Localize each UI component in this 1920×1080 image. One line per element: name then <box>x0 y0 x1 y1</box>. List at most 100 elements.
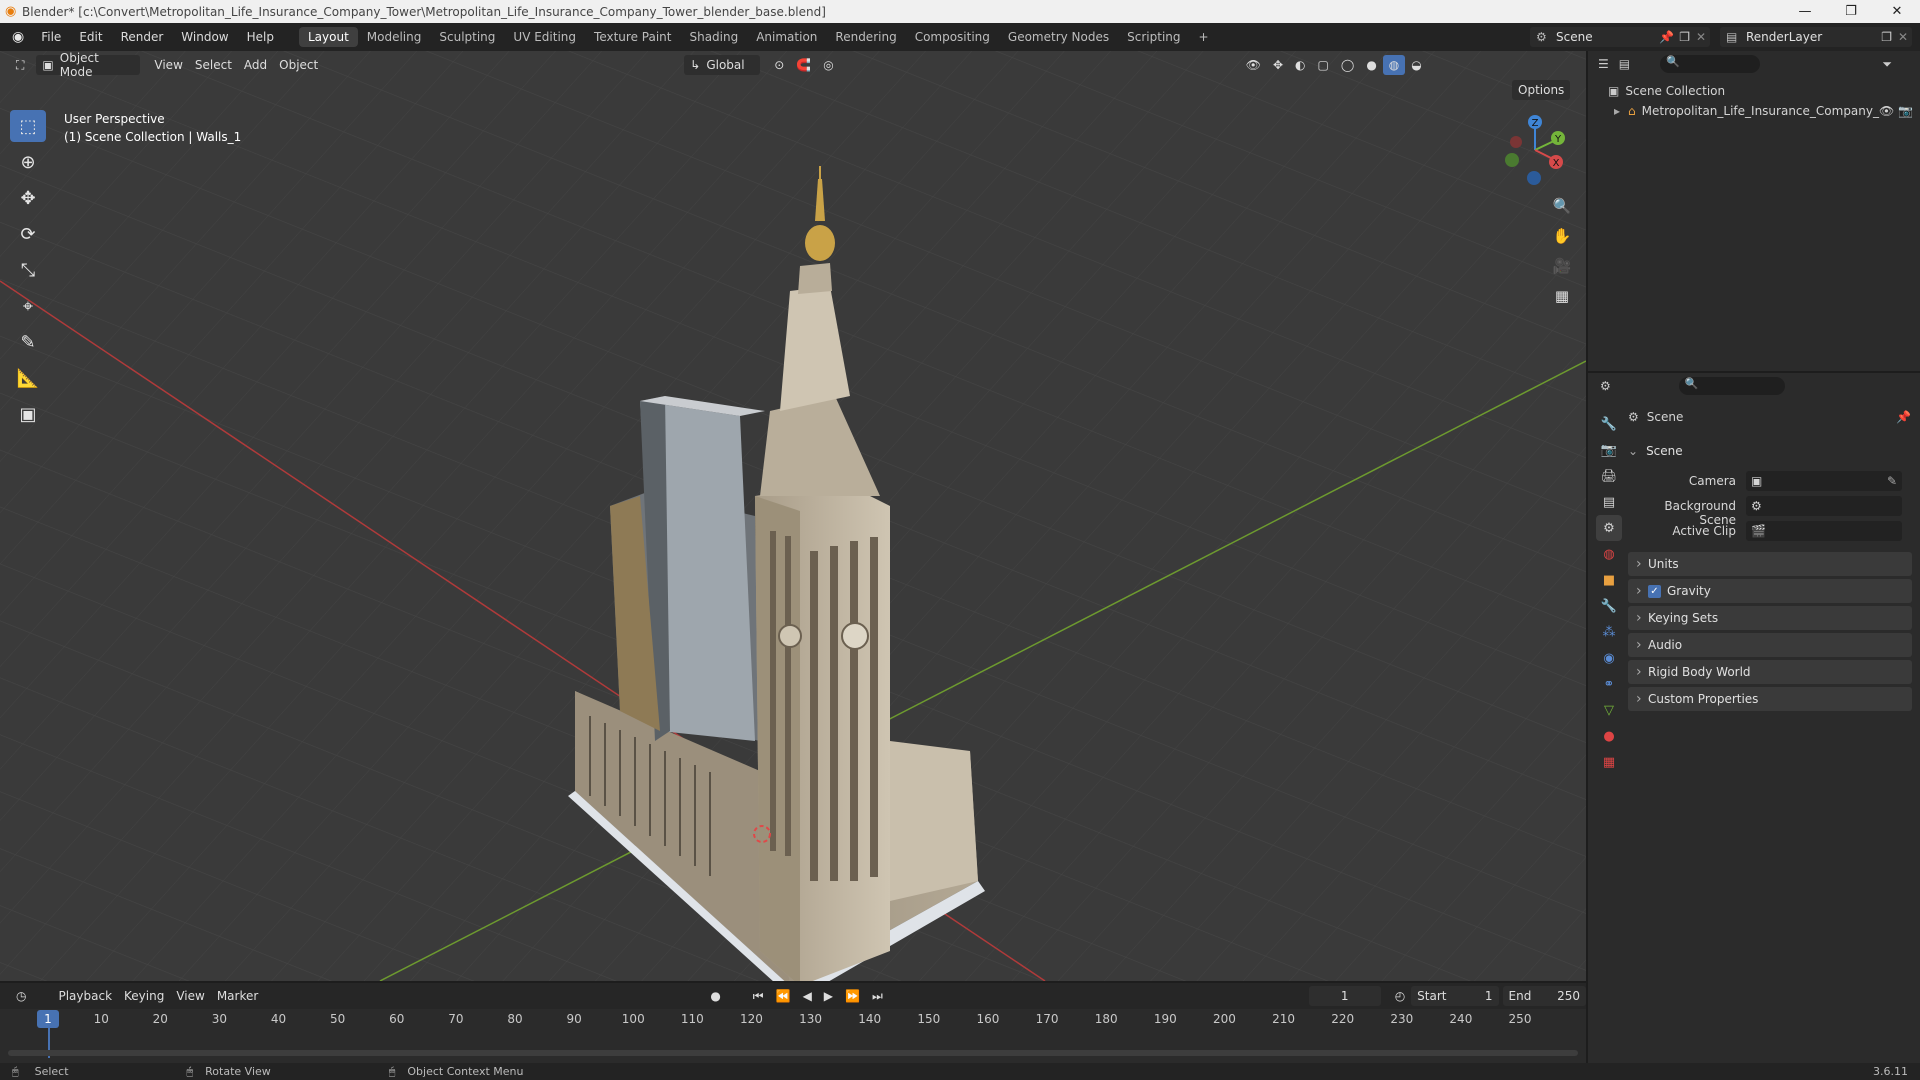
end-frame-field[interactable]: End 250 <box>1502 986 1586 1006</box>
eyedropper-icon[interactable]: ✎ <box>1887 474 1897 488</box>
outliner-search[interactable]: 🔍 <box>1660 55 1761 73</box>
marker-menu[interactable]: Marker <box>211 986 264 1006</box>
delete-scene-icon[interactable]: ✕ <box>1696 30 1706 44</box>
add-workspace-button[interactable]: + <box>1190 27 1218 47</box>
navigation-gizmo[interactable]: Z Y X <box>1500 112 1570 187</box>
xray-icon[interactable]: ▢ <box>1312 55 1335 75</box>
keying-menu[interactable]: Keying <box>118 986 170 1006</box>
tab-rendering[interactable]: Rendering <box>826 27 905 47</box>
visibility-icon[interactable]: 👁 <box>1240 55 1267 75</box>
timeline-view-menu[interactable]: View <box>170 986 210 1006</box>
output-tab-icon[interactable]: 🖨 <box>1596 463 1622 489</box>
gravity-checkbox[interactable]: ✓ <box>1648 584 1661 598</box>
tab-shading[interactable]: Shading <box>680 27 747 47</box>
jump-start-icon[interactable]: ⏮ <box>747 986 770 1006</box>
prev-keyframe-icon[interactable]: ⏪ <box>770 986 797 1006</box>
blender-menu-icon[interactable]: ◉ <box>0 29 32 45</box>
tab-scripting[interactable]: Scripting <box>1118 27 1189 47</box>
move-tool[interactable]: ✥ <box>10 182 46 214</box>
timeline-ruler[interactable]: 1 10 20 30 40 50 60 70 80 90 100 110 120 130 140 150 160… <box>8 1010 1578 1058</box>
menu-file[interactable]: File <box>32 30 70 44</box>
outliner-editor-icon[interactable]: ☰ <box>1598 57 1609 71</box>
annotate-tool[interactable]: ✎ <box>10 326 46 358</box>
tab-layout[interactable]: Layout <box>298 27 358 47</box>
texture-tab-icon[interactable]: ▦ <box>1596 749 1622 775</box>
proportional-edit-icon[interactable]: ◎ <box>817 55 839 75</box>
viewport-menu-add[interactable]: Add <box>238 55 273 75</box>
gravity-panel[interactable]: ✓ Gravity <box>1628 579 1912 603</box>
tab-compositing[interactable]: Compositing <box>906 27 999 47</box>
keying-sets-panel[interactable]: Keying Sets <box>1628 606 1912 630</box>
physics-tab-icon[interactable]: ◉ <box>1596 645 1622 671</box>
outliner-item[interactable]: ▸ ⌂ Metropolitan_Life_Insurance_Company_… <box>1588 101 1920 121</box>
view-layer-selector[interactable]: ▤ RenderLayer ❐ ✕ <box>1720 27 1912 47</box>
timeline-scrollbar[interactable] <box>8 1050 1578 1056</box>
material-shading-icon[interactable]: ◍ <box>1382 55 1406 75</box>
pin-properties-icon[interactable]: 📌 <box>1896 410 1911 424</box>
jump-end-icon[interactable]: ⏭ <box>866 986 889 1006</box>
scale-tool[interactable]: ⤡ <box>10 254 46 286</box>
world-tab-icon[interactable]: ◍ <box>1596 541 1622 567</box>
display-mode-icon[interactable]: ▤ <box>1619 57 1630 71</box>
cursor-tool[interactable]: ⊕ <box>10 146 46 178</box>
rigid-body-world-panel[interactable]: Rigid Body World <box>1628 660 1912 684</box>
scene-panel-header[interactable]: ⌄ Scene <box>1628 444 1683 458</box>
delete-layer-icon[interactable]: ✕ <box>1898 30 1908 44</box>
particles-tab-icon[interactable]: ⁂ <box>1596 619 1622 645</box>
visibility-eye-icon[interactable]: 👁 <box>1879 104 1894 118</box>
orientation-dropdown[interactable]: ↳ Global <box>684 55 761 75</box>
gizmo-toggle-icon[interactable]: ✥ <box>1267 55 1289 75</box>
filter-icon[interactable]: ⏷ <box>1882 57 1892 72</box>
viewport-menu-view[interactable]: View <box>148 55 188 75</box>
menu-help[interactable]: Help <box>238 30 283 44</box>
play-icon[interactable]: ▶ <box>818 986 839 1006</box>
scene-selector[interactable]: ⚙ Scene 📌 ❐ ✕ <box>1530 27 1710 47</box>
overlay-toggle-icon[interactable]: ◐ <box>1289 55 1311 75</box>
modifier-tab-icon[interactable]: 🔧 <box>1596 593 1622 619</box>
solid-shading-icon[interactable]: ● <box>1360 55 1382 75</box>
tool-tab-icon[interactable]: 🔧 <box>1596 411 1622 437</box>
mode-dropdown[interactable]: ▣ Object Mode <box>36 51 141 79</box>
rendered-shading-icon[interactable]: ◒ <box>1405 55 1427 75</box>
pan-hand-icon[interactable]: ✋ <box>1548 222 1576 250</box>
object-tab-icon[interactable]: ■ <box>1596 567 1622 593</box>
data-tab-icon[interactable]: ▽ <box>1596 697 1622 723</box>
maximize-button[interactable]: ❐ <box>1828 4 1874 19</box>
next-keyframe-icon[interactable]: ⏩ <box>839 986 866 1006</box>
close-button[interactable]: ✕ <box>1874 4 1920 19</box>
units-panel[interactable]: Units <box>1628 552 1912 576</box>
snap-icon[interactable]: 🧲 <box>790 55 817 75</box>
current-frame-field[interactable]: 1 <box>1308 986 1381 1006</box>
measure-tool[interactable]: 📐 <box>10 362 46 394</box>
viewport-menu-object[interactable]: Object <box>273 55 324 75</box>
custom-properties-panel[interactable]: Custom Properties <box>1628 687 1912 711</box>
pin-icon[interactable]: 📌 <box>1659 30 1674 44</box>
expand-arrow-icon[interactable]: ▸ <box>1614 104 1620 118</box>
transform-tool[interactable]: ⌖ <box>10 290 46 322</box>
ortho-grid-icon[interactable]: ▦ <box>1548 282 1576 310</box>
menu-edit[interactable]: Edit <box>70 30 111 44</box>
tab-modeling[interactable]: Modeling <box>358 27 431 47</box>
material-tab-icon[interactable]: ● <box>1596 723 1622 749</box>
properties-search[interactable]: 🔍 <box>1678 377 1785 395</box>
scene-tab-icon[interactable]: ⚙ <box>1596 515 1622 541</box>
select-box-tool[interactable]: ⬚ <box>10 110 46 142</box>
3d-viewport[interactable] <box>0 51 1586 981</box>
record-icon[interactable]: ● <box>704 986 726 1006</box>
viewport-scene[interactable] <box>0 51 1586 981</box>
render-camera-icon[interactable]: 📷 <box>1898 104 1913 118</box>
camera-view-icon[interactable]: 🎥 <box>1548 252 1576 280</box>
playback-menu[interactable]: Playback <box>52 986 118 1006</box>
tab-sculpting[interactable]: Sculpting <box>430 27 504 47</box>
editor-type-icon[interactable]: ⛶ <box>10 55 30 75</box>
background-scene-field[interactable]: ⚙ <box>1746 496 1902 516</box>
audio-panel[interactable]: Audio <box>1628 633 1912 657</box>
camera-field[interactable]: ▣ ✎ <box>1746 471 1902 491</box>
properties-editor-icon[interactable]: ⚙ <box>1600 379 1611 393</box>
menu-render[interactable]: Render <box>112 30 173 44</box>
zoom-icon[interactable]: 🔍 <box>1548 192 1576 220</box>
options-dropdown[interactable]: Options <box>1512 80 1571 100</box>
view-layer-tab-icon[interactable]: ▤ <box>1596 489 1622 515</box>
tab-animation[interactable]: Animation <box>747 27 826 47</box>
preview-range-icon[interactable]: ◴ <box>1389 986 1411 1006</box>
